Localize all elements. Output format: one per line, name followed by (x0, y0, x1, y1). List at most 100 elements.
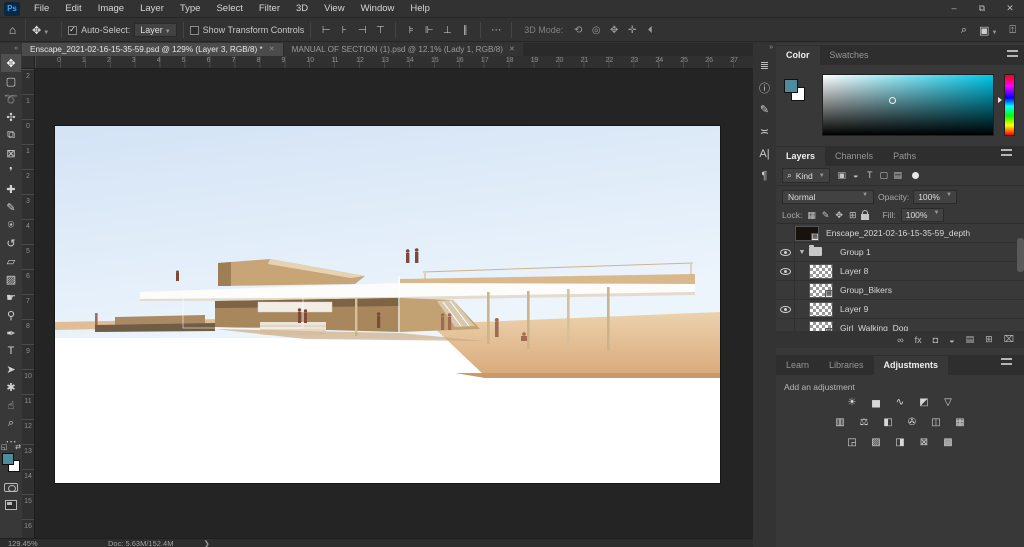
hue-slider-arrow[interactable] (998, 97, 1002, 103)
align-icon[interactable]: ⊦ (335, 25, 353, 36)
layers-footer-icon[interactable]: ▤ (966, 334, 975, 345)
home-icon[interactable]: ⌂ (0, 19, 26, 41)
layers-footer-icon[interactable]: fx (915, 335, 922, 345)
layer-filter-icon[interactable]: ▢ (877, 170, 891, 181)
dock-panel-icon[interactable]: A| (754, 143, 775, 165)
layer-filter-icon[interactable]: ▣ (835, 170, 849, 181)
panel-tab[interactable]: Learn (776, 356, 820, 375)
align-icon[interactable]: ⊤ (371, 25, 389, 36)
search-icon[interactable]: ⌕ (961, 24, 967, 37)
dock-panel-icon[interactable]: ⓘ (754, 77, 775, 99)
kind-filter-dropdown[interactable]: ⌕ Kind ▼ (782, 168, 830, 183)
tool-button[interactable]: ✒ (1, 324, 21, 342)
adjustment-icon[interactable]: ▩ (941, 436, 956, 449)
adjustment-icon[interactable]: ◧ (881, 416, 896, 429)
window-control-button[interactable]: – (940, 0, 968, 17)
menu-item[interactable]: Image (90, 0, 132, 18)
menu-item[interactable]: Window (353, 0, 403, 18)
foreground-color-swatch[interactable] (2, 453, 14, 465)
dock-collapse-icon[interactable]: » (769, 43, 776, 55)
layer-row[interactable]: ▼ ▦ Enscape_2021-02-16-15-35-59_depth (776, 224, 1024, 243)
swap-colors-icon[interactable]: ⇄ (15, 443, 21, 451)
visibility-toggle[interactable] (776, 280, 795, 300)
menu-item[interactable]: Help (402, 0, 438, 18)
distribute-icon[interactable]: ∥ (456, 25, 474, 36)
layer-filter-icon[interactable]: ▤ (891, 170, 905, 181)
ruler-origin[interactable] (22, 56, 35, 69)
dock-panel-icon[interactable]: ¶ (754, 165, 775, 187)
layer-filter-icon[interactable]: ◒ (849, 170, 863, 181)
vertical-ruler[interactable]: 2 1 0 1 2 3 4 5 6 7 8 9 10 11 12 13 14 15 16 (22, 69, 35, 538)
distribute-icon[interactable]: ⊩ (420, 25, 438, 36)
adjustment-icon[interactable]: ◩ (917, 396, 932, 409)
horizontal-ruler[interactable]: 0 1 2 3 4 5 6 7 8 9 10 11 12 13 14 15 16 17 18 19 20 21 22 23 24… (35, 56, 753, 69)
3d-mode-icon[interactable]: ✥ (605, 25, 623, 36)
layer-row[interactable]: ▼ ▦ Layer 8 (776, 261, 1024, 281)
menu-item[interactable]: Layer (132, 0, 172, 18)
layer-name[interactable]: Layer 8 (840, 266, 868, 276)
visibility-toggle[interactable] (776, 224, 795, 243)
layer-name[interactable]: Girl_Walking_Dog (840, 323, 908, 331)
adjustment-icon[interactable]: ▅ (869, 396, 884, 409)
layer-thumbnail[interactable]: ▦ (809, 263, 833, 279)
layers-footer-icon[interactable]: ◘ (933, 335, 938, 345)
tool-button[interactable]: ➰ (1, 90, 21, 108)
hue-bar[interactable] (1004, 74, 1015, 136)
tool-button[interactable]: ⌕ (1, 414, 21, 432)
adjustment-icon[interactable]: ∿ (893, 396, 908, 409)
tool-button[interactable]: ⚲ (1, 306, 21, 324)
visibility-toggle[interactable] (776, 299, 795, 319)
filter-toggle-icon[interactable] (911, 172, 919, 179)
tool-button[interactable]: ▱ (1, 252, 21, 270)
dock-panel-icon[interactable]: ✎ (754, 99, 775, 121)
color-field[interactable] (822, 74, 994, 136)
menu-item[interactable]: 3D (288, 0, 316, 18)
menu-item[interactable]: Edit (57, 0, 89, 18)
lock-icon[interactable]: ⊞ (849, 210, 857, 221)
tool-button[interactable]: ↺ (1, 234, 21, 252)
color-picker-ring[interactable] (889, 97, 896, 104)
tool-button[interactable]: T (1, 342, 21, 360)
panel-tab[interactable]: Swatches (819, 46, 879, 65)
3d-mode-icon[interactable]: ⟲ (569, 25, 587, 36)
tab-close-icon[interactable]: ✕ (509, 43, 515, 56)
menu-item[interactable]: Type (172, 0, 209, 18)
layers-footer-icon[interactable]: ⌧ (1004, 334, 1014, 345)
panel-tab[interactable]: Libraries (819, 356, 874, 375)
panel-tab[interactable]: Adjustments (873, 356, 949, 375)
tool-button[interactable]: ✱ (1, 378, 21, 396)
panel-tab[interactable]: Channels (825, 147, 884, 166)
layer-row[interactable]: ▼ ▦ Group 1 (776, 242, 1024, 262)
auto-select-dropdown[interactable]: Layer ▼ (134, 23, 177, 37)
layer-name[interactable]: Layer 9 (840, 304, 868, 314)
tool-button[interactable]: ▨ (1, 270, 21, 288)
tool-button[interactable]: ✎ (1, 198, 21, 216)
more-options-icon[interactable]: ⋯ (487, 25, 505, 36)
distribute-icon[interactable]: ⊥ (438, 25, 456, 36)
menu-item[interactable]: Filter (251, 0, 288, 18)
visibility-toggle[interactable] (776, 261, 795, 281)
adjustment-icon[interactable]: ▽ (941, 396, 956, 409)
default-colors-icon[interactable]: ◱ (1, 443, 8, 451)
lock-icon[interactable]: ✎ (822, 210, 830, 221)
layers-footer-icon[interactable]: ⊞ (985, 334, 993, 345)
window-control-button[interactable]: ✕ (996, 0, 1024, 17)
tool-button[interactable]: ➤ (1, 360, 21, 378)
layer-name[interactable]: Group 1 (840, 247, 871, 257)
layers-panel-menu-icon[interactable] (1001, 149, 1012, 156)
menu-item[interactable]: View (316, 0, 352, 18)
tool-button[interactable]: ⧉ (1, 126, 21, 144)
tool-button[interactable]: ☝ (1, 396, 21, 414)
3d-mode-icon[interactable]: ◎ (587, 25, 605, 36)
distribute-icon[interactable]: ⊧ (402, 25, 420, 36)
panel-tab[interactable]: Layers (776, 147, 826, 166)
group-caret-icon[interactable]: ▼ (795, 249, 809, 256)
blend-mode-dropdown[interactable]: Normal ▼ (782, 189, 874, 204)
lock-icon[interactable]: ▦ (807, 210, 816, 221)
adjustment-icon[interactable]: ⚖ (857, 416, 872, 429)
dock-panel-icon[interactable]: ≣ (754, 55, 775, 77)
adjustment-icon[interactable]: ◫ (929, 416, 944, 429)
layer-name[interactable]: Enscape_2021-02-16-15-35-59_depth (826, 228, 970, 238)
share-icon[interactable]: ⍐ (1009, 24, 1016, 37)
tool-button[interactable]: ▢ (1, 72, 21, 90)
